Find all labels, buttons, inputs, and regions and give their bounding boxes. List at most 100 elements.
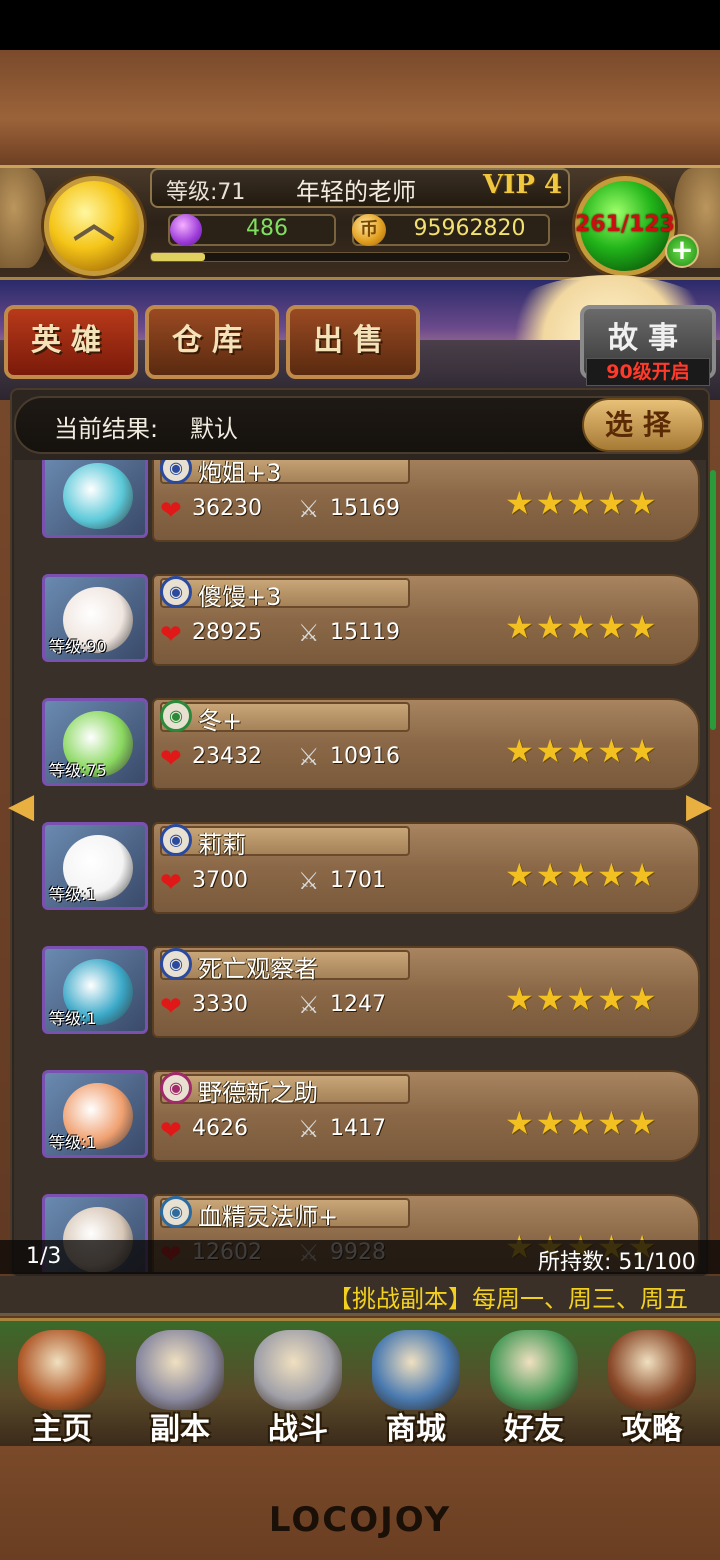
- star-icon: ★: [627, 980, 659, 1018]
- tab-sell[interactable]: 出售: [286, 305, 420, 379]
- heart-icon: ❤: [160, 620, 182, 650]
- hero-avatar[interactable]: 等级:1: [42, 946, 148, 1034]
- star-icon: ★: [627, 484, 659, 522]
- hero-row[interactable]: ◉ 炮姐+3 ❤ 36230 ⚔ 15169 ★★★★★: [40, 460, 700, 566]
- heart-icon: ❤: [160, 868, 182, 898]
- star-icon: ★: [597, 608, 628, 646]
- hero-hp: 36230: [192, 496, 262, 521]
- crossed-swords-icon: ⚔: [298, 991, 320, 1019]
- star-icon: ★: [505, 1104, 536, 1142]
- crossed-swords-icon: ⚔: [298, 619, 320, 647]
- system-status-bar: [0, 0, 720, 50]
- hero-class-icon: ◉: [160, 700, 192, 732]
- nav-item[interactable]: 好友: [478, 1326, 590, 1447]
- gem-count: 486: [246, 216, 288, 241]
- star-icon: ★: [597, 484, 628, 522]
- list-scrollbar[interactable]: [710, 470, 716, 730]
- add-energy-button[interactable]: +: [665, 234, 699, 268]
- hero-hp: 28925: [192, 620, 262, 645]
- hero-name: 傻馒+3: [198, 583, 282, 611]
- hero-attack: 1247: [330, 992, 386, 1017]
- tab-warehouse[interactable]: 仓库: [145, 305, 279, 379]
- star-icon: ★: [566, 608, 598, 646]
- hero-row[interactable]: 等级:75 ◉ 冬+ ❤ 23432 ⚔ 10916 ★★★★★: [40, 698, 700, 814]
- star-icon: ★: [505, 484, 536, 522]
- star-icon: ★: [566, 1104, 598, 1142]
- hero-class-icon: ◉: [160, 576, 192, 608]
- hero-level: 等级:1: [49, 885, 97, 904]
- nav-item[interactable]: 攻略: [596, 1326, 708, 1447]
- hero-star-rating: ★★★★★: [505, 608, 658, 646]
- hero-avatar[interactable]: 等级:1: [42, 822, 148, 910]
- hero-avatar[interactable]: [42, 460, 148, 538]
- hero-level: 等级:90: [49, 637, 107, 656]
- hero-name: 炮姐+3: [198, 460, 282, 487]
- hero-name: 冬+: [198, 707, 243, 735]
- story-unlock-badge: 90级开启: [586, 358, 710, 386]
- monster-icon: [372, 1330, 460, 1410]
- nav-label: 攻略: [622, 1412, 682, 1447]
- vip-badge[interactable]: VIP 4: [483, 170, 562, 200]
- star-icon: ★: [597, 856, 628, 894]
- hero-list[interactable]: ◉ 炮姐+3 ❤ 36230 ⚔ 15169 ★★★★★ 等级:90 ◉ 傻馒+…: [14, 460, 706, 1272]
- nav-label: 商城: [386, 1412, 446, 1447]
- hero-class-icon: ◉: [160, 948, 192, 980]
- star-icon: ★: [535, 1104, 567, 1142]
- hero-attack: 15169: [330, 496, 400, 521]
- select-filter-button[interactable]: 选择: [582, 398, 704, 452]
- level-up-orb-button[interactable]: ︿: [44, 176, 144, 276]
- hero-row[interactable]: 等级:90 ◉ 傻馒+3 ❤ 28925 ⚔ 15119 ★★★★★: [40, 574, 700, 690]
- gold-count: 95962820: [413, 216, 526, 241]
- hero-star-rating: ★★★★★: [505, 856, 658, 894]
- hero-attack: 1701: [330, 868, 386, 893]
- filter-value: 默认: [190, 415, 238, 443]
- hero-class-icon: ◉: [160, 1072, 192, 1104]
- nav-label: 主页: [32, 1412, 92, 1447]
- star-icon: ★: [535, 608, 567, 646]
- star-icon: ★: [597, 732, 628, 770]
- hero-avatar[interactable]: 等级:90: [42, 574, 148, 662]
- nav-item[interactable]: 副本: [124, 1326, 236, 1447]
- hero-hp: 4626: [192, 1116, 248, 1141]
- hero-star-rating: ★★★★★: [505, 732, 658, 770]
- hero-portrait: [63, 463, 133, 529]
- hero-avatar[interactable]: 等级:75: [42, 698, 148, 786]
- hero-name: 莉莉: [198, 831, 246, 859]
- locojoy-logo: LOCOJOY: [268, 1500, 452, 1540]
- star-icon: ★: [566, 856, 598, 894]
- gem-icon: [170, 214, 202, 246]
- nav-label: 战斗: [268, 1412, 328, 1447]
- hero-row[interactable]: 等级:1 ◉ 死亡观察者 ❤ 3330 ⚔ 1247 ★★★★★: [40, 946, 700, 1062]
- hero-attack: 15119: [330, 620, 400, 645]
- prev-page-arrow-icon[interactable]: ◀: [8, 786, 34, 826]
- nav-item[interactable]: 商城: [360, 1326, 472, 1447]
- star-icon: ★: [597, 980, 628, 1018]
- tab-hero[interactable]: 英雄: [4, 305, 138, 379]
- star-icon: ★: [627, 608, 659, 646]
- hero-name: 野德新之助: [198, 1079, 318, 1107]
- star-icon: ★: [505, 980, 536, 1018]
- star-icon: ★: [566, 732, 598, 770]
- skull-icon: [136, 1330, 224, 1410]
- hero-level: 等级:75: [49, 761, 107, 780]
- heart-icon: ❤: [160, 1116, 182, 1146]
- friends-icon: [490, 1330, 578, 1410]
- nav-item[interactable]: 主页: [6, 1326, 118, 1447]
- hero-avatar[interactable]: 等级:1: [42, 1070, 148, 1158]
- hero-name: 血精灵法师+: [198, 1203, 339, 1231]
- hero-row[interactable]: 等级:1 ◉ 野德新之助 ❤ 4626 ⚔ 1417 ★★★★★: [40, 1070, 700, 1186]
- star-icon: ★: [627, 1104, 659, 1142]
- hero-level: 等级:1: [49, 1009, 97, 1028]
- nav-item[interactable]: 战斗: [242, 1326, 354, 1447]
- xp-bar-fill: [151, 253, 206, 261]
- next-page-arrow-icon[interactable]: ▶: [686, 786, 712, 826]
- star-icon: ★: [566, 980, 598, 1018]
- heart-icon: ❤: [160, 496, 182, 526]
- hero-row[interactable]: 等级:1 ◉ 莉莉 ❤ 3700 ⚔ 1701 ★★★★★: [40, 822, 700, 938]
- hero-attack: 1417: [330, 1116, 386, 1141]
- star-icon: ★: [597, 1104, 628, 1142]
- gold-coin-icon: 币: [352, 214, 386, 246]
- star-icon: ★: [505, 856, 536, 894]
- star-icon: ★: [505, 732, 536, 770]
- announcement-text: 【挑战副本】每周一、周三、周五: [328, 1285, 688, 1313]
